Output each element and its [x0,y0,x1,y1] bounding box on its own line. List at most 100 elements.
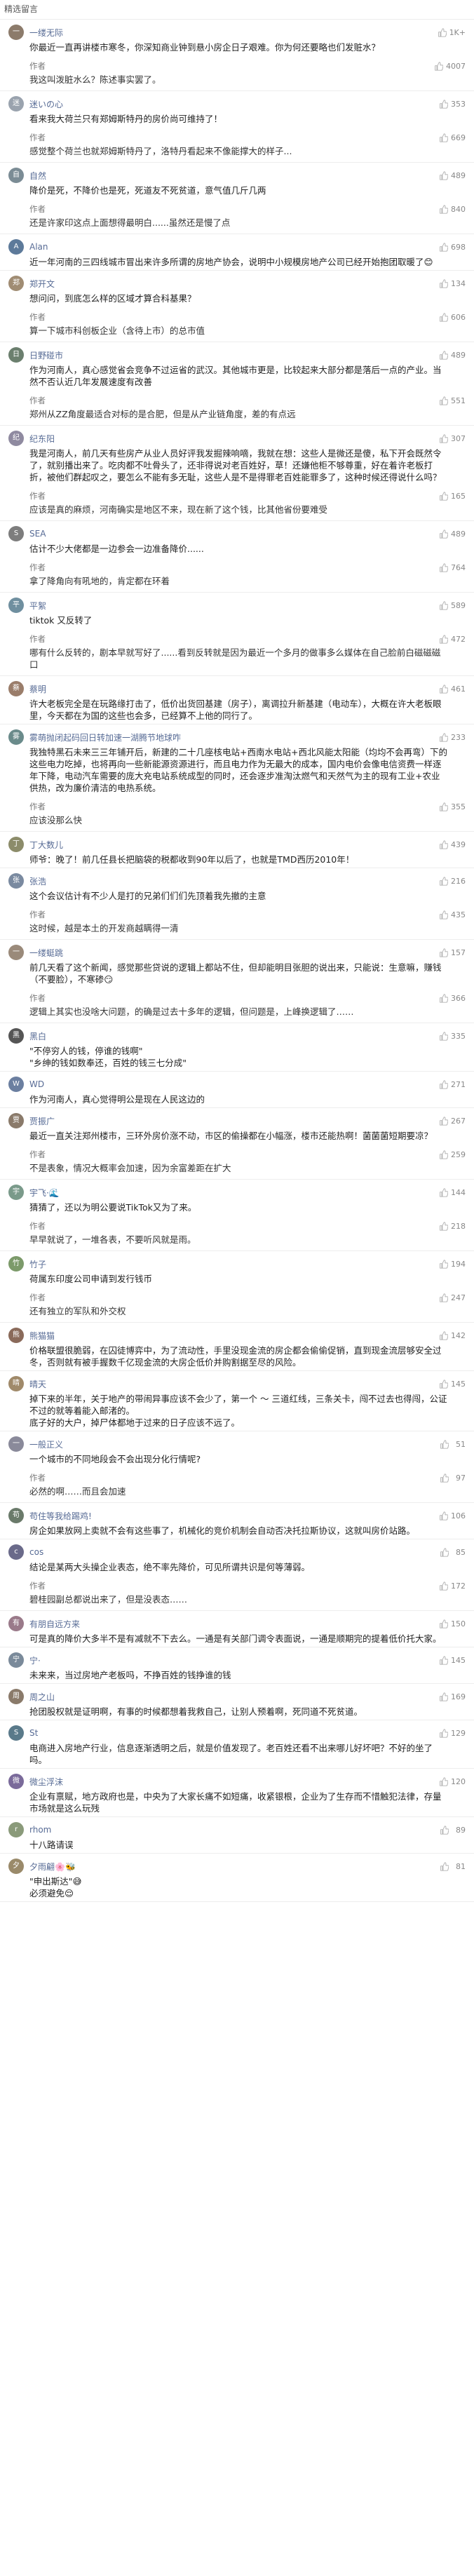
like-button[interactable]: 1K+ [438,28,466,37]
avatar[interactable]: 平 [8,598,24,613]
like-button[interactable]: 267 [439,1117,466,1126]
like-button[interactable]: 194 [439,1260,466,1269]
avatar[interactable]: 竹 [8,1256,24,1272]
reply-like-button[interactable]: 172 [439,1582,466,1591]
avatar[interactable]: 夕 [8,1859,24,1874]
commenter-name[interactable]: 张浩 [29,875,439,887]
avatar[interactable]: A [8,239,24,255]
commenter-name[interactable]: 竹子 [29,1258,439,1270]
avatar[interactable]: 晴 [8,1376,24,1391]
avatar[interactable]: 黑 [8,1028,24,1044]
avatar[interactable]: 一 [8,945,24,960]
avatar[interactable]: S [8,526,24,541]
avatar[interactable]: 郑 [8,276,24,291]
commenter-name[interactable]: rhom [29,1825,440,1835]
avatar[interactable]: 微 [8,1774,24,1789]
commenter-name[interactable]: 蔡明 [29,683,439,695]
avatar[interactable]: 丁 [8,837,24,852]
commenter-name[interactable]: 一缕蜓跳 [29,947,439,959]
commenter-name[interactable]: Alan [29,242,439,252]
avatar[interactable]: W [8,1077,24,1092]
avatar[interactable]: 熊 [8,1328,24,1343]
commenter-name[interactable]: 纪东阳 [29,433,439,445]
like-button[interactable]: 698 [439,243,466,252]
reply-like-button[interactable]: 259 [439,1150,466,1159]
like-button[interactable]: 461 [439,685,466,694]
avatar[interactable]: 纪 [8,431,24,446]
reply-like-button[interactable]: 472 [439,635,466,644]
like-button[interactable]: 129 [439,1729,466,1738]
avatar[interactable]: 贾 [8,1113,24,1128]
like-button[interactable]: 81 [440,1862,466,1871]
avatar[interactable]: 苟 [8,1508,24,1523]
reply-like-button[interactable]: 355 [439,802,466,811]
reply-like-button[interactable]: 840 [439,205,466,214]
commenter-name[interactable]: 自然 [29,170,439,182]
reply-like-button[interactable]: 435 [439,910,466,919]
avatar[interactable]: 蔡 [8,681,24,696]
like-button[interactable]: 134 [439,279,466,288]
commenter-name[interactable]: 宁· [29,1654,439,1666]
commenter-name[interactable]: cos [29,1547,440,1557]
reply-like-button[interactable]: 218 [439,1222,466,1231]
like-button[interactable]: 157 [439,948,466,957]
avatar[interactable]: 雾 [8,729,24,745]
like-button[interactable]: 489 [439,171,466,180]
commenter-name[interactable]: 雾萌抛闭起码回日转加速一湖腾节地球咋 [29,731,439,743]
like-button[interactable]: 489 [439,351,466,360]
avatar[interactable]: 周 [8,1689,24,1704]
reply-like-button[interactable]: 669 [439,133,466,142]
like-button[interactable]: 145 [439,1656,466,1665]
like-button[interactable]: 106 [439,1511,466,1520]
like-button[interactable]: 335 [439,1032,466,1041]
reply-like-button[interactable]: 4007 [434,62,466,71]
commenter-name[interactable]: 一缕无际 [29,27,438,39]
commenter-name[interactable]: WD [29,1079,439,1089]
commenter-name[interactable]: 郑开文 [29,278,439,290]
avatar[interactable]: 宁 [8,1652,24,1668]
avatar[interactable]: 日 [8,347,24,363]
like-button[interactable]: 51 [440,1440,466,1449]
like-button[interactable]: 233 [439,733,466,742]
avatar[interactable]: 一 [8,1436,24,1452]
commenter-name[interactable]: 迷いの心 [29,98,439,110]
avatar[interactable]: 宇 [8,1185,24,1200]
like-button[interactable]: 120 [439,1777,466,1786]
avatar[interactable]: 一 [8,25,24,40]
like-button[interactable]: 142 [439,1331,466,1340]
avatar[interactable]: r [8,1822,24,1837]
commenter-name[interactable]: St [29,1728,439,1738]
commenter-name[interactable]: 周之山 [29,1691,439,1703]
like-button[interactable]: 85 [440,1548,466,1557]
commenter-name[interactable]: 苟住等我给踢鸡! [29,1510,439,1522]
reply-like-button[interactable]: 366 [439,994,466,1003]
commenter-name[interactable]: SEA [29,529,439,539]
reply-like-button[interactable]: 764 [439,563,466,572]
commenter-name[interactable]: 平絮 [29,600,439,612]
like-button[interactable]: 353 [439,100,466,109]
commenter-name[interactable]: 夕雨翩🌸🐝 [29,1861,440,1873]
like-button[interactable]: 216 [439,877,466,886]
avatar[interactable]: 有 [8,1616,24,1631]
commenter-name[interactable]: 宇飞·🌊 [29,1187,439,1199]
commenter-name[interactable]: 黑白 [29,1030,439,1042]
avatar[interactable]: 自 [8,168,24,183]
reply-like-button[interactable]: 247 [439,1293,466,1302]
reply-like-button[interactable]: 165 [439,492,466,501]
commenter-name[interactable]: 日野碰市 [29,349,439,361]
commenter-name[interactable]: 微尘浮沫 [29,1776,439,1788]
like-button[interactable]: 489 [439,530,466,539]
like-button[interactable]: 307 [439,434,466,443]
like-button[interactable]: 89 [440,1826,466,1835]
reply-like-button[interactable]: 97 [440,1474,466,1483]
like-button[interactable]: 144 [439,1188,466,1197]
like-button[interactable]: 145 [439,1380,466,1389]
commenter-name[interactable]: 熊猫猫 [29,1330,439,1342]
commenter-name[interactable]: 丁大数儿 [29,839,439,851]
commenter-name[interactable]: 贾振广 [29,1115,439,1127]
avatar[interactable]: 张 [8,873,24,889]
like-button[interactable]: 271 [439,1080,466,1089]
avatar[interactable]: 迷 [8,96,24,112]
reply-like-button[interactable]: 551 [439,396,466,405]
reply-like-button[interactable]: 606 [439,313,466,322]
